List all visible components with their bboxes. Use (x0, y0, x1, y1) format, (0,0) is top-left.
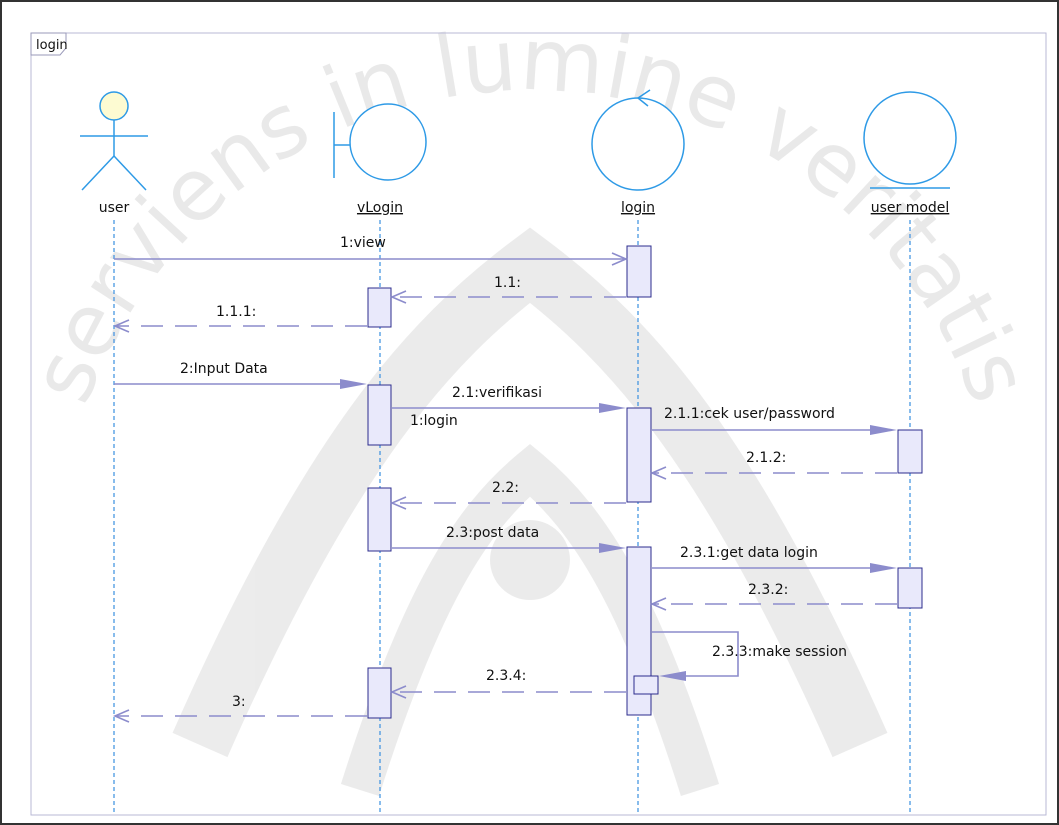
message-label-m2_1: 2.1:verifikasi (452, 385, 542, 401)
lifeline-name-usermodel: user model (871, 200, 950, 216)
activation-usermodel-2 (897, 567, 923, 609)
message-label-m1_1: 1.1: (494, 275, 521, 291)
message-label-m2_2: 2.2: (492, 480, 519, 496)
sequence-diagram: serviens in lumine veritatis login user (0, 0, 1059, 825)
message-label-m2_3_3: 2.3.3:make session (712, 644, 847, 660)
activation-vlogin-2 (367, 384, 392, 446)
message-label-m2_1_2: 2.1.2: (746, 450, 786, 466)
lifeline-name-vlogin: vLogin (357, 200, 403, 216)
message-label-m2: 2:Input Data (180, 361, 268, 377)
message-label-m1_1_1: 1.1.1: (216, 304, 256, 320)
message-label-m2_3_1: 2.3.1:get data login (680, 545, 818, 561)
message-label-m2_3: 2.3:post data (446, 525, 539, 541)
activation-usermodel-1 (897, 429, 923, 474)
lifeline-name-login: login (621, 200, 655, 216)
message-label-m2_3_4: 2.3.4: (486, 668, 526, 684)
frame-label: login (36, 38, 68, 53)
activation-login-1 (626, 245, 652, 298)
activation-vlogin-3 (367, 487, 392, 552)
activation-vlogin-4 (367, 667, 392, 719)
message-label-m1: 1:view (340, 235, 386, 251)
activation-login-self (633, 675, 659, 695)
lifeline-name-user: user (99, 200, 130, 216)
message-label-m2_3_2: 2.3.2: (748, 582, 788, 598)
activation-vlogin-1 (367, 287, 392, 328)
note-login: 1:login (410, 413, 458, 429)
message-label-m2_1_1: 2.1.1:cek user/password (664, 406, 835, 422)
activation-login-2 (626, 407, 652, 503)
message-label-m3: 3: (232, 694, 246, 710)
